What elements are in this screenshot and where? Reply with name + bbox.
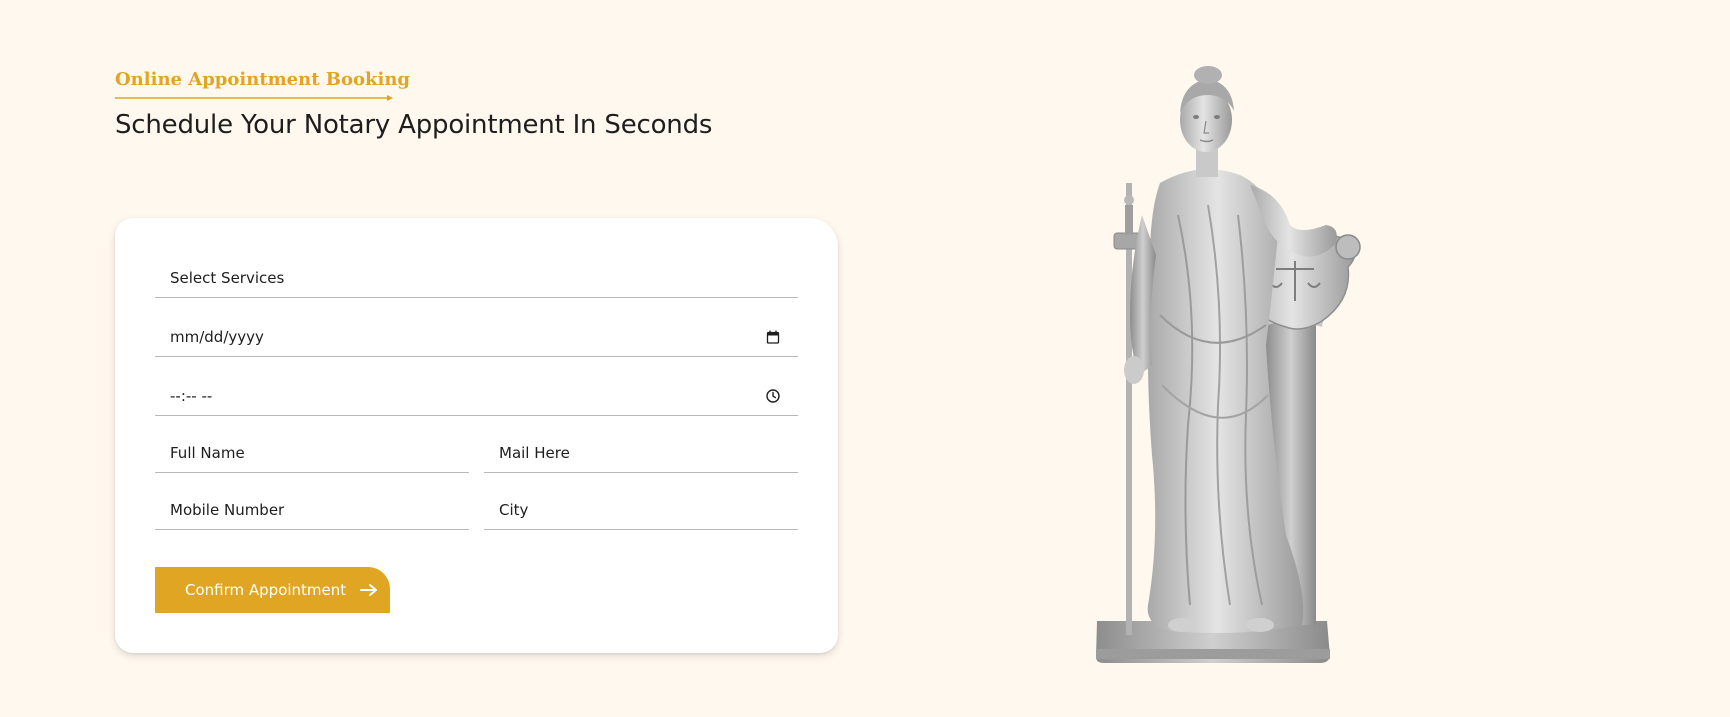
confirm-appointment-label: Confirm Appointment (185, 581, 347, 599)
confirm-appointment-button[interactable]: Confirm Appointment (155, 567, 390, 613)
date-field-placeholder: mm/dd/yyyy (170, 328, 264, 346)
full-name-placeholder: Full Name (170, 444, 245, 462)
time-field-placeholder: --:-- -- (170, 387, 213, 405)
full-name-field[interactable]: Full Name (155, 434, 469, 473)
service-select[interactable]: Select Services (155, 259, 798, 298)
section-eyebrow: Online Appointment Booking (115, 69, 411, 90)
mobile-number-placeholder: Mobile Number (170, 501, 285, 519)
service-select-value: Select Services (170, 269, 285, 287)
mail-field[interactable]: Mail Here (484, 434, 798, 473)
arrow-line-icon (115, 95, 393, 101)
lady-justice-statue-image (1096, 66, 1361, 663)
time-field[interactable]: --:-- -- (155, 377, 798, 416)
clock-icon[interactable] (765, 388, 781, 404)
mobile-number-field[interactable]: Mobile Number (155, 491, 469, 530)
calendar-icon[interactable] (765, 329, 781, 345)
arrow-right-icon (360, 584, 378, 596)
city-placeholder: City (499, 501, 529, 519)
mail-placeholder: Mail Here (499, 444, 570, 462)
page-title: Schedule Your Notary Appointment In Seco… (115, 110, 713, 140)
city-field[interactable]: City (484, 491, 798, 530)
appointment-form: Select Services mm/dd/yyyy --:-- -- Full… (115, 218, 838, 653)
date-field[interactable]: mm/dd/yyyy (155, 318, 798, 357)
